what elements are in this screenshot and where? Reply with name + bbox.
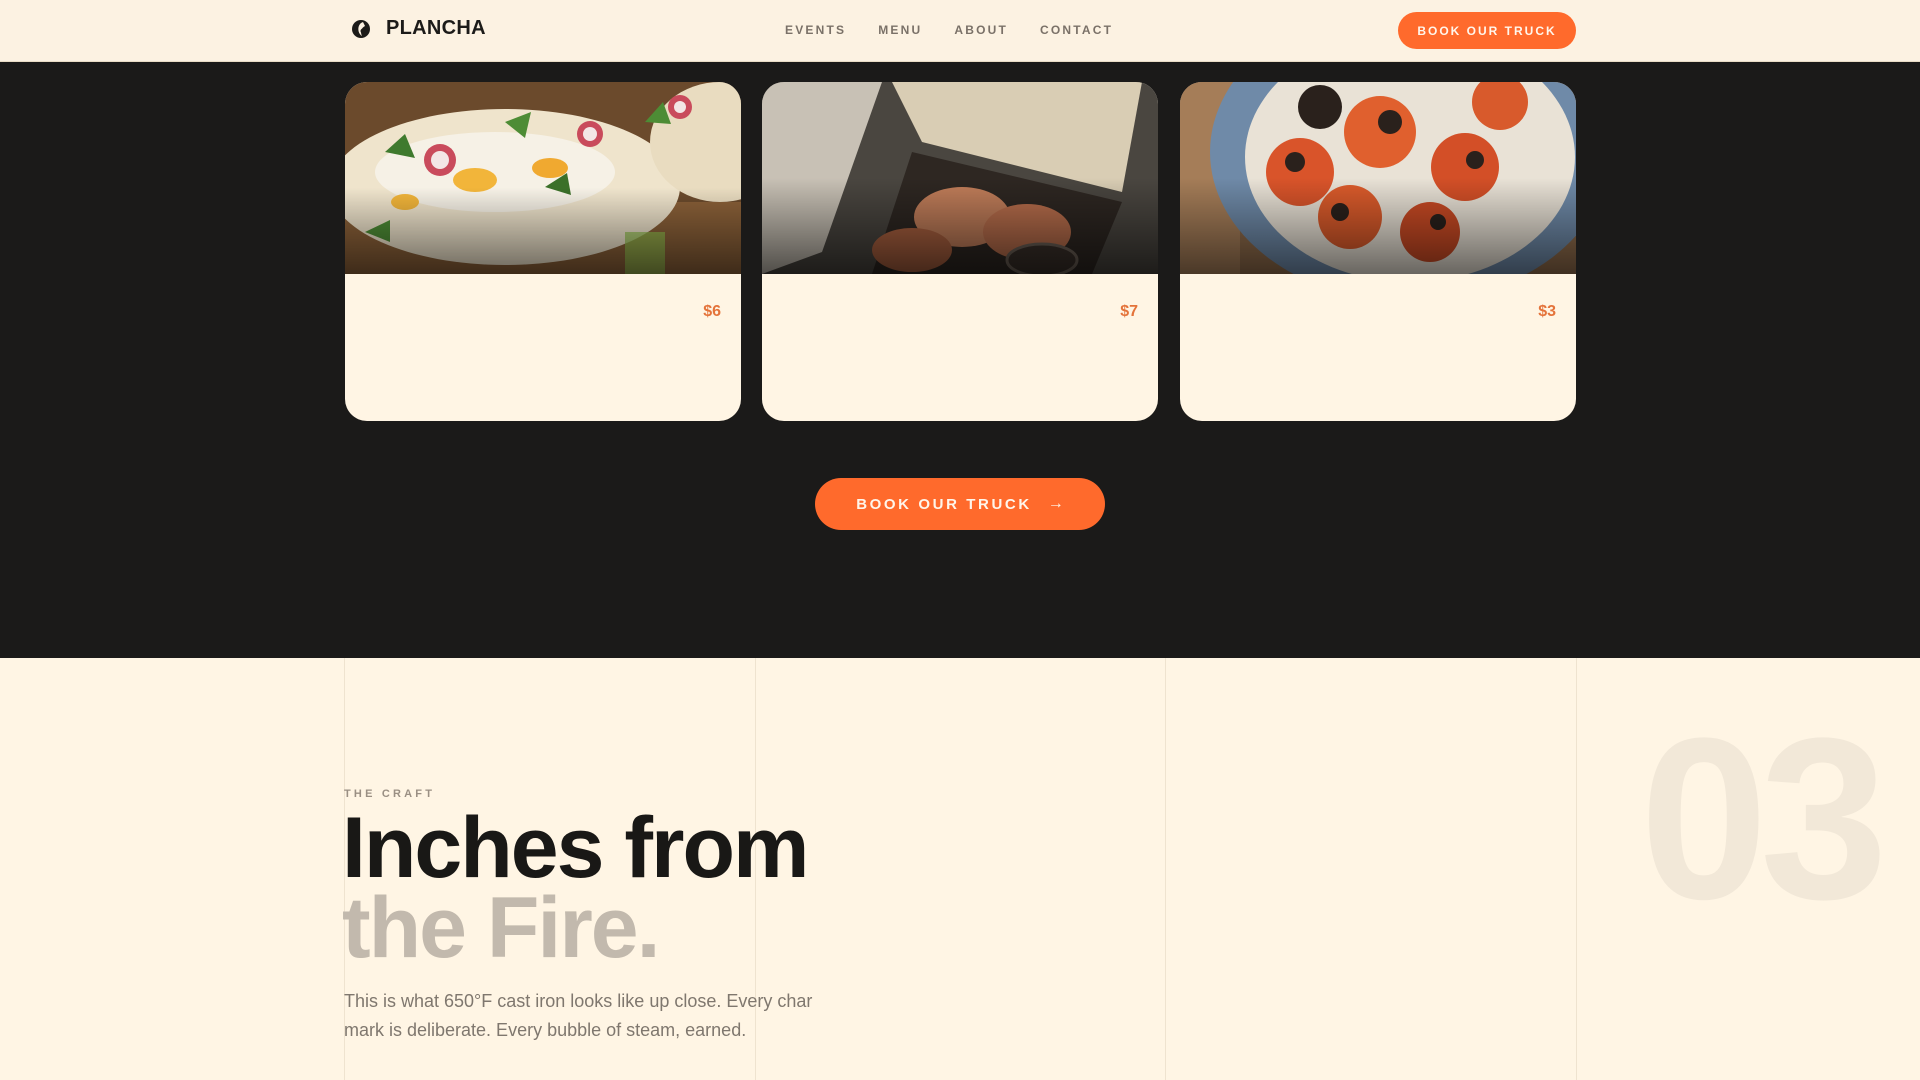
book-truck-button[interactable]: BOOK OUR TRUCK → bbox=[815, 478, 1105, 530]
churros-box-photo bbox=[762, 82, 1158, 274]
nav-links: EVENTS MENU ABOUT CONTACT bbox=[785, 23, 1113, 37]
book-truck-nav-button[interactable]: BOOK OUR TRUCK bbox=[1398, 12, 1576, 49]
menu-card-price: $6 bbox=[703, 303, 721, 320]
section-eyebrow: THE CRAFT bbox=[344, 788, 436, 800]
menu-card-price: $7 bbox=[1120, 303, 1138, 320]
section-number: 03 bbox=[1640, 690, 1888, 947]
headline-line-2: the Fire. bbox=[342, 880, 661, 976]
menu-card-tacos[interactable]: $6 bbox=[345, 82, 741, 421]
menu-section: $6 $7 $3 BOOK OUR TRUCK → bbox=[0, 62, 1920, 658]
book-truck-button-label: BOOK OUR TRUCK bbox=[856, 495, 1032, 513]
nav-link-about[interactable]: ABOUT bbox=[954, 23, 1008, 37]
top-navbar: PLANCHA EVENTS MENU ABOUT CONTACT BOOK O… bbox=[0, 0, 1920, 62]
menu-card-price: $3 bbox=[1538, 303, 1556, 320]
flame-logo-icon bbox=[352, 19, 370, 38]
menu-card-churros[interactable]: $7 bbox=[762, 82, 1158, 421]
nav-link-events[interactable]: EVENTS bbox=[785, 23, 846, 37]
nav-link-contact[interactable]: CONTACT bbox=[1040, 23, 1113, 37]
grid-line bbox=[1165, 658, 1166, 1080]
section-body: This is what 650°F cast iron looks like … bbox=[344, 991, 813, 1040]
logo[interactable]: PLANCHA bbox=[350, 17, 486, 40]
nav-link-menu[interactable]: MENU bbox=[878, 23, 922, 37]
brand-name: PLANCHA bbox=[386, 17, 486, 39]
arrow-right-icon: → bbox=[1047, 495, 1064, 512]
craft-section: 03 THE CRAFT Inches from the Fire. This … bbox=[0, 658, 1920, 1080]
charred-tomatoes-photo bbox=[1180, 82, 1576, 274]
menu-card-tomatoes[interactable]: $3 bbox=[1180, 82, 1576, 421]
tacos-photo bbox=[345, 82, 741, 274]
section-headline: Inches from the Fire. bbox=[342, 805, 809, 976]
grid-line bbox=[1576, 658, 1577, 1080]
